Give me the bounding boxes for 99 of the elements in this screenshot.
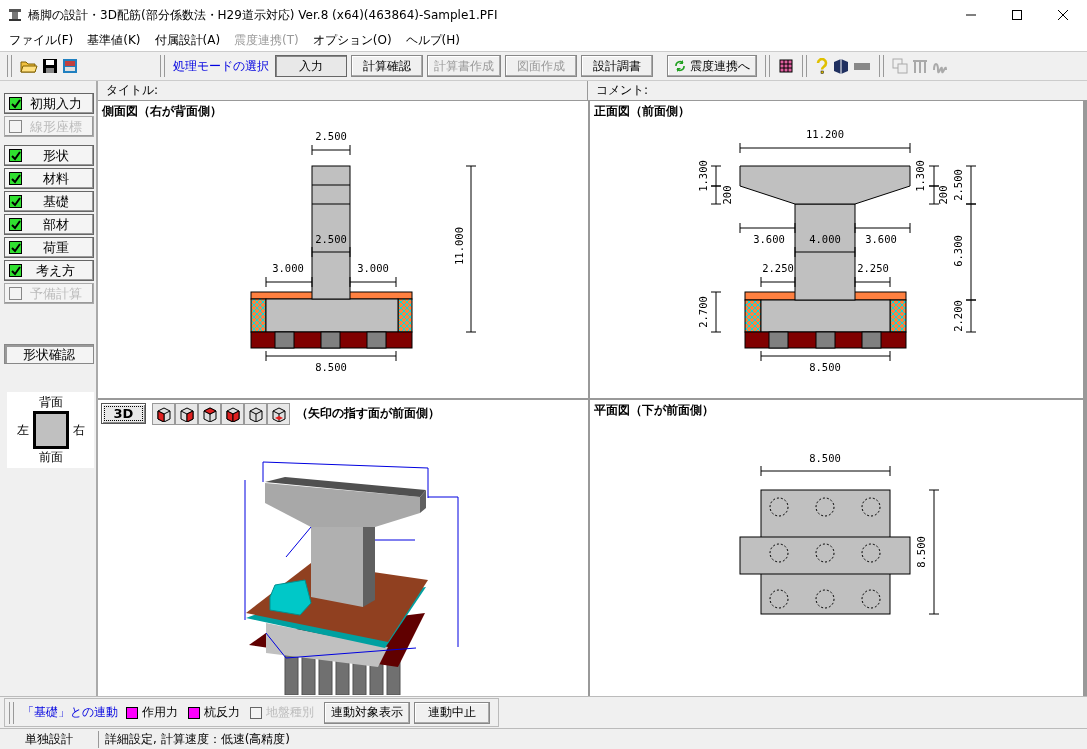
checkbox[interactable] (9, 149, 22, 162)
dimension-label: 200 (937, 185, 949, 205)
menu-item[interactable]: ヘルプ(H) (400, 32, 465, 49)
dimension-label: 4.000 (809, 233, 841, 245)
dimension-label: 2.200 (952, 300, 964, 332)
step-button[interactable]: 考え方 (4, 260, 94, 281)
dimension-label: 6.300 (952, 235, 964, 267)
link-bar-button[interactable]: 連動中止 (414, 701, 490, 724)
dimension-line (928, 165, 940, 187)
comment-label: コメント: (595, 82, 649, 99)
dimension-label: 2.250 (762, 262, 794, 274)
orientation-label: 背面 (38, 394, 63, 411)
status-text: 単独設計 (0, 730, 99, 748)
checkbox[interactable] (9, 241, 22, 254)
dimension-label: 8.500 (809, 452, 841, 464)
view-title: 正面図（前面側） (593, 103, 691, 120)
cube-view-icon[interactable] (175, 402, 198, 425)
dimension-label: 1.300 (914, 160, 926, 192)
dimension-line (854, 276, 891, 288)
checkbox[interactable] (9, 218, 22, 231)
title-label: タイトル: (98, 81, 588, 100)
window-title: 橋脚の設計・3D配筋(部分係数法・H29道示対応) Ver.8 (x64)(463864)-Sample1.PFI (28, 6, 499, 24)
dimension-label: 2.500 (952, 169, 964, 201)
dimension-line (311, 246, 351, 258)
dimension-label: 8.500 (809, 361, 841, 373)
book-icon[interactable] (833, 58, 849, 74)
3d-button[interactable]: 3D (101, 403, 146, 424)
menu-item[interactable]: ファイル(F) (4, 32, 79, 49)
status-text: 詳細設定, 計算速度：低速(高精度) (104, 730, 290, 748)
view-caption: （矢印の指す面が前面側） (296, 405, 440, 422)
option-checkbox[interactable] (126, 706, 138, 719)
step-button[interactable]: 形状 (4, 145, 94, 166)
mode-button[interactable]: 設計調書 (581, 55, 653, 77)
dimension-label: 11.000 (453, 227, 465, 265)
cube-view-icon[interactable] (244, 402, 267, 425)
checkbox[interactable] (9, 195, 22, 208)
dimension-label: 200 (721, 185, 733, 205)
link-label: 「基礎」との連動 (22, 704, 118, 721)
orientation-label: 左 (16, 421, 29, 439)
step-button[interactable]: 部材 (4, 214, 94, 235)
dimension-line (739, 222, 796, 234)
dimension-line (710, 291, 722, 333)
dimension-label: 3.000 (272, 262, 304, 274)
open-folder-icon[interactable] (20, 58, 38, 74)
step-button[interactable]: 基礎 (4, 191, 94, 212)
close-icon[interactable] (1057, 9, 1069, 21)
app-icon (8, 8, 22, 22)
menu-item[interactable]: 基準値(K) (82, 32, 146, 49)
dimension-label: 1.300 (697, 160, 709, 192)
cube-view-icon[interactable] (152, 402, 175, 425)
shape-check-button[interactable]: 形状確認 (4, 344, 94, 364)
checkbox[interactable] (9, 264, 22, 277)
grid-icon[interactable] (778, 58, 794, 74)
document-icon[interactable] (62, 58, 78, 74)
dimension-line (265, 276, 313, 288)
step-button[interactable]: 初期入力 (4, 93, 94, 114)
menu-item[interactable]: オプション(O) (307, 32, 397, 49)
mode-button[interactable]: 入力 (275, 55, 347, 77)
option-checkbox[interactable] (188, 706, 200, 719)
dimension-line (710, 185, 722, 205)
dimension-label: 2.250 (857, 262, 889, 274)
mode-label: 処理モードの選択 (173, 57, 269, 75)
dimension-label: 3.600 (753, 233, 785, 245)
pier-square (32, 411, 69, 449)
dimension-label: 2.500 (315, 233, 347, 245)
mode-button[interactable]: 計算確認 (351, 55, 423, 77)
dimension-label: 8.500 (315, 361, 347, 373)
dimension-label: 3.000 (357, 262, 389, 274)
menu-item[interactable]: 付属設計(A) (149, 32, 226, 49)
dimension-label: 11.200 (806, 128, 844, 140)
orientation-label: 前面 (38, 449, 63, 466)
dimension-line (854, 222, 911, 234)
view-title: 側面図（右が背面側） (101, 103, 223, 120)
dimension-line (928, 185, 940, 205)
refresh-icon (674, 60, 686, 72)
dimension-line (794, 246, 856, 258)
save-icon[interactable] (42, 58, 58, 74)
link-bar-button[interactable]: 連動対象表示 (324, 701, 410, 724)
cube-view-icon[interactable] (221, 402, 244, 425)
dimension-label: 8.500 (915, 536, 927, 568)
dimension-line (349, 276, 397, 288)
option-label: 杭反力 (204, 704, 240, 721)
maximize-icon[interactable] (1011, 9, 1023, 21)
view-title: 平面図（下が前面側） (593, 402, 715, 419)
cube-view-icon[interactable] (267, 402, 290, 425)
dimension-line (760, 276, 796, 288)
dimension-line (710, 165, 722, 187)
dimension-label: 2.700 (697, 296, 709, 328)
option-label: 作用力 (142, 704, 178, 721)
cube-view-icon[interactable] (198, 402, 221, 425)
checkbox[interactable] (9, 97, 22, 110)
step-button[interactable]: 材料 (4, 168, 94, 189)
link-button[interactable]: 震度連携へ (667, 55, 757, 77)
dimension-label: 3.600 (865, 233, 897, 245)
step-button[interactable]: 荷重 (4, 237, 94, 258)
dimension-line (311, 144, 351, 156)
orientation-label: 右 (72, 421, 85, 439)
dimension-label: 2.500 (315, 130, 347, 142)
checkbox[interactable] (9, 172, 22, 185)
